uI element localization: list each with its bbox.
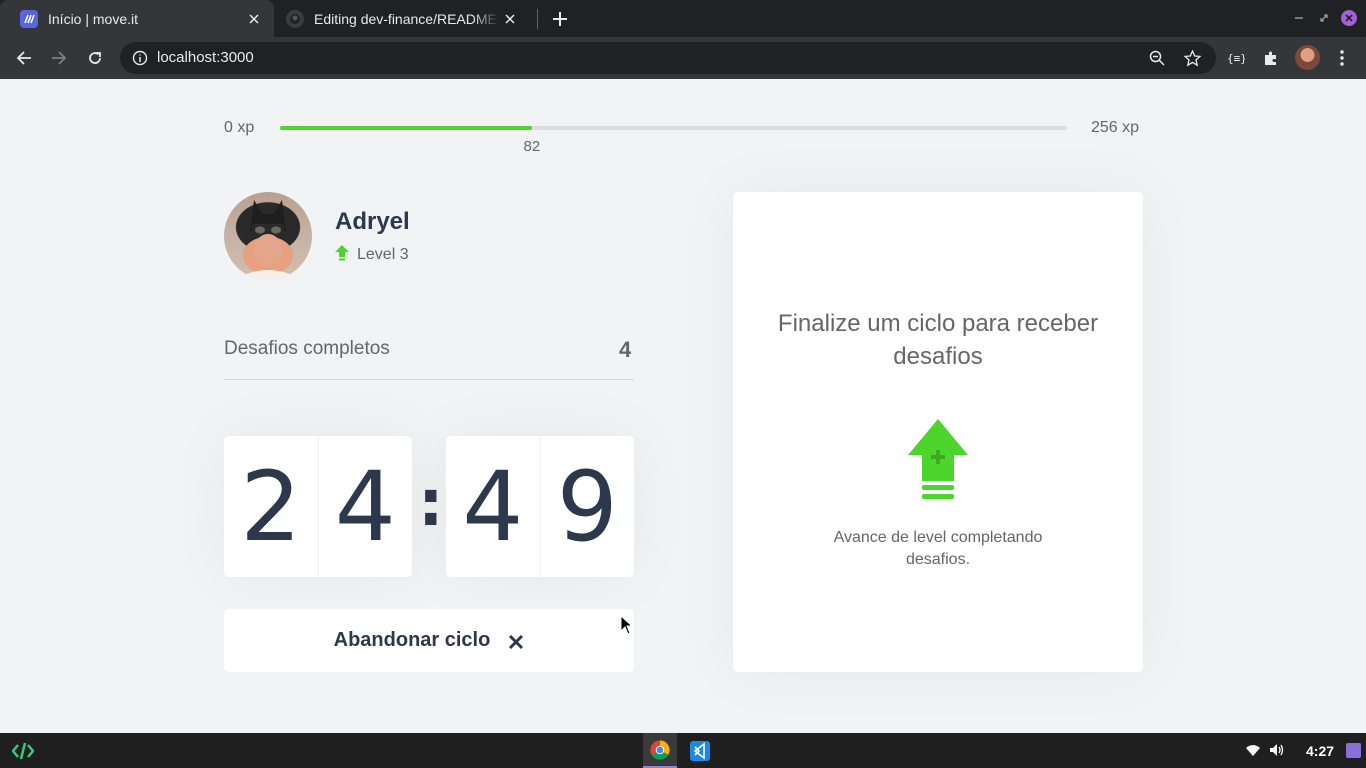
countdown-digit: 4 bbox=[317, 436, 413, 577]
tab-github-editing[interactable]: Editing dev-finance/README.md bbox=[276, 0, 530, 37]
tab-separator bbox=[537, 9, 538, 29]
avatar bbox=[224, 192, 312, 280]
completed-challenges-count: 4 bbox=[619, 337, 632, 362]
reload-icon[interactable] bbox=[83, 46, 107, 70]
browser-toolbar: localhost:3000 {≡} bbox=[0, 37, 1366, 79]
profile-name: Adryel bbox=[335, 208, 410, 235]
divider bbox=[224, 379, 634, 380]
bookmark-star-icon[interactable] bbox=[1180, 46, 1204, 70]
tab-title: Editing dev-finance/README.md bbox=[314, 10, 500, 27]
minimize-window-icon[interactable] bbox=[1291, 10, 1307, 26]
level-up-arrow-icon bbox=[335, 245, 349, 261]
profile-level: Level 3 bbox=[357, 246, 409, 263]
level-up-icon bbox=[908, 419, 968, 501]
address-bar[interactable]: localhost:3000 bbox=[120, 42, 1216, 74]
mouse-cursor-icon bbox=[620, 614, 634, 635]
challenge-box-title: Finalize um ciclo para receber desafios bbox=[777, 310, 1099, 370]
xp-max-label: 256 xp bbox=[1091, 119, 1140, 136]
restore-window-icon[interactable] bbox=[1316, 10, 1332, 26]
svg-text:{≡}: {≡} bbox=[1227, 52, 1245, 65]
abandon-cycle-label: Abandonar ciclo bbox=[333, 629, 491, 651]
browser-profile-avatar[interactable] bbox=[1295, 45, 1320, 70]
xp-min-label: 0 xp bbox=[224, 119, 255, 136]
wifi-icon[interactable] bbox=[1245, 742, 1261, 758]
taskbar-clock[interactable]: 4:27 bbox=[1306, 743, 1334, 759]
experience-bar bbox=[280, 126, 1067, 130]
challenge-box-text: Avance de level completando desafios. bbox=[833, 529, 1043, 568]
tab-close-icon[interactable] bbox=[500, 9, 520, 29]
challenge-box: Finalize um ciclo para receber desafios … bbox=[733, 192, 1143, 672]
countdown-digit: 4 bbox=[462, 450, 524, 563]
site-info-icon[interactable] bbox=[132, 50, 148, 66]
zoom-icon[interactable] bbox=[1145, 46, 1169, 70]
github-favicon-icon bbox=[286, 9, 304, 28]
chrome-taskbar-icon[interactable] bbox=[643, 733, 677, 768]
experience-bar-fill bbox=[280, 126, 532, 130]
tab-move-it[interactable]: Início | move.it bbox=[0, 0, 274, 37]
vscode-taskbar-icon[interactable] bbox=[683, 733, 717, 768]
close-window-icon[interactable] bbox=[1341, 10, 1357, 26]
browser-menu-icon[interactable] bbox=[1330, 46, 1354, 70]
completed-challenges-label: Desafios completos bbox=[224, 338, 390, 359]
countdown-separator: : bbox=[418, 467, 444, 541]
close-icon bbox=[508, 633, 524, 649]
tab-close-icon[interactable] bbox=[244, 9, 264, 29]
move-it-favicon-icon bbox=[20, 9, 38, 28]
countdown-digit: 9 bbox=[539, 436, 635, 577]
countdown-digit: 2 bbox=[240, 450, 302, 563]
volume-icon[interactable] bbox=[1268, 742, 1284, 758]
browser-tab-bar: Início | move.it Editing dev-finance/REA… bbox=[0, 0, 1366, 37]
os-menu-logo-icon[interactable] bbox=[11, 741, 35, 761]
new-tab-button[interactable] bbox=[549, 8, 571, 30]
abandon-cycle-button[interactable]: Abandonar ciclo bbox=[224, 609, 634, 672]
os-taskbar: 4:27 bbox=[0, 733, 1366, 768]
move-it-page: 0 xp 82 256 xp Adryel Level 3 Desafios c… bbox=[0, 79, 1366, 733]
url-text: localhost:3000 bbox=[157, 49, 254, 66]
extension-braces-icon[interactable]: {≡} bbox=[1224, 46, 1248, 70]
notification-area-icon[interactable] bbox=[1346, 743, 1361, 758]
countdown-minutes: 2 4 bbox=[224, 436, 412, 577]
countdown-seconds: 4 9 bbox=[446, 436, 634, 577]
extensions-puzzle-icon[interactable] bbox=[1259, 46, 1283, 70]
tab-title: Início | move.it bbox=[48, 10, 139, 27]
back-arrow-icon[interactable] bbox=[12, 46, 36, 70]
current-xp-label: 82 bbox=[523, 138, 541, 155]
forward-arrow-icon[interactable] bbox=[47, 46, 71, 70]
